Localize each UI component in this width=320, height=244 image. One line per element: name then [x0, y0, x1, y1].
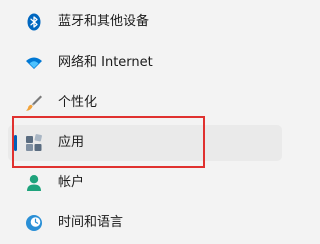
nav-item-accounts[interactable]: 帐户: [8, 165, 282, 201]
nav-item-personalization[interactable]: 个性化: [8, 85, 282, 121]
clock-globe-icon: [26, 215, 42, 231]
nav-item-time-language[interactable]: 时间和语言: [8, 205, 282, 241]
nav-item-network[interactable]: 网络和 Internet: [8, 45, 282, 81]
settings-nav: 蓝牙和其他设备 网络和 Internet 个性化 应用 帐户 时间和语言: [0, 0, 311, 244]
nav-item-bluetooth[interactable]: 蓝牙和其他设备: [8, 4, 282, 40]
nav-item-label: 网络和 Internet: [58, 55, 153, 70]
bluetooth-icon: [27, 13, 41, 31]
selection-indicator: [14, 135, 17, 151]
nav-item-label: 时间和语言: [58, 215, 124, 230]
apps-icon: [26, 134, 42, 151]
account-icon: [27, 175, 41, 191]
nav-item-apps[interactable]: 应用: [8, 125, 282, 161]
nav-item-label: 蓝牙和其他设备: [58, 14, 150, 29]
brush-icon: [26, 95, 42, 111]
nav-item-label: 帐户: [58, 175, 85, 190]
nav-item-label: 个性化: [58, 95, 98, 110]
nav-item-label: 应用: [58, 135, 85, 150]
wifi-icon: [26, 57, 42, 69]
